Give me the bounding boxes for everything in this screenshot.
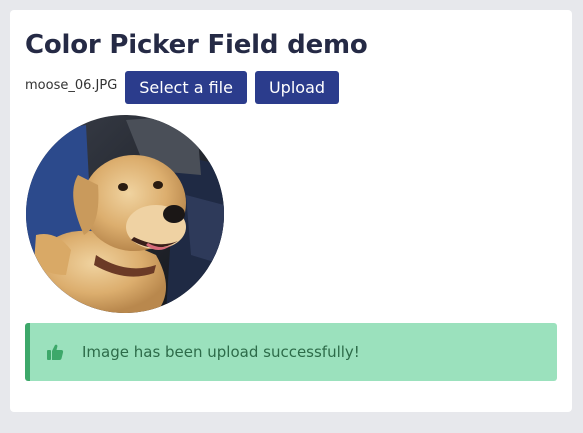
page-title: Color Picker Field demo [25,30,368,60]
dog-photo [26,115,224,313]
alert-message: Image has been upload successfully! [82,343,360,361]
upload-button[interactable]: Upload [254,70,340,104]
image-preview [26,115,224,313]
success-alert: Image has been upload successfully! [25,323,557,381]
select-file-button[interactable]: Select a file [125,70,247,104]
selected-file-name: moose_06.JPG [25,77,118,93]
demo-card: Color Picker Field demo moose_06.JPG Sel… [10,10,572,412]
thumbs-up-icon [46,343,64,361]
file-upload-row: moose_06.JPG Select a file Upload [25,70,347,104]
